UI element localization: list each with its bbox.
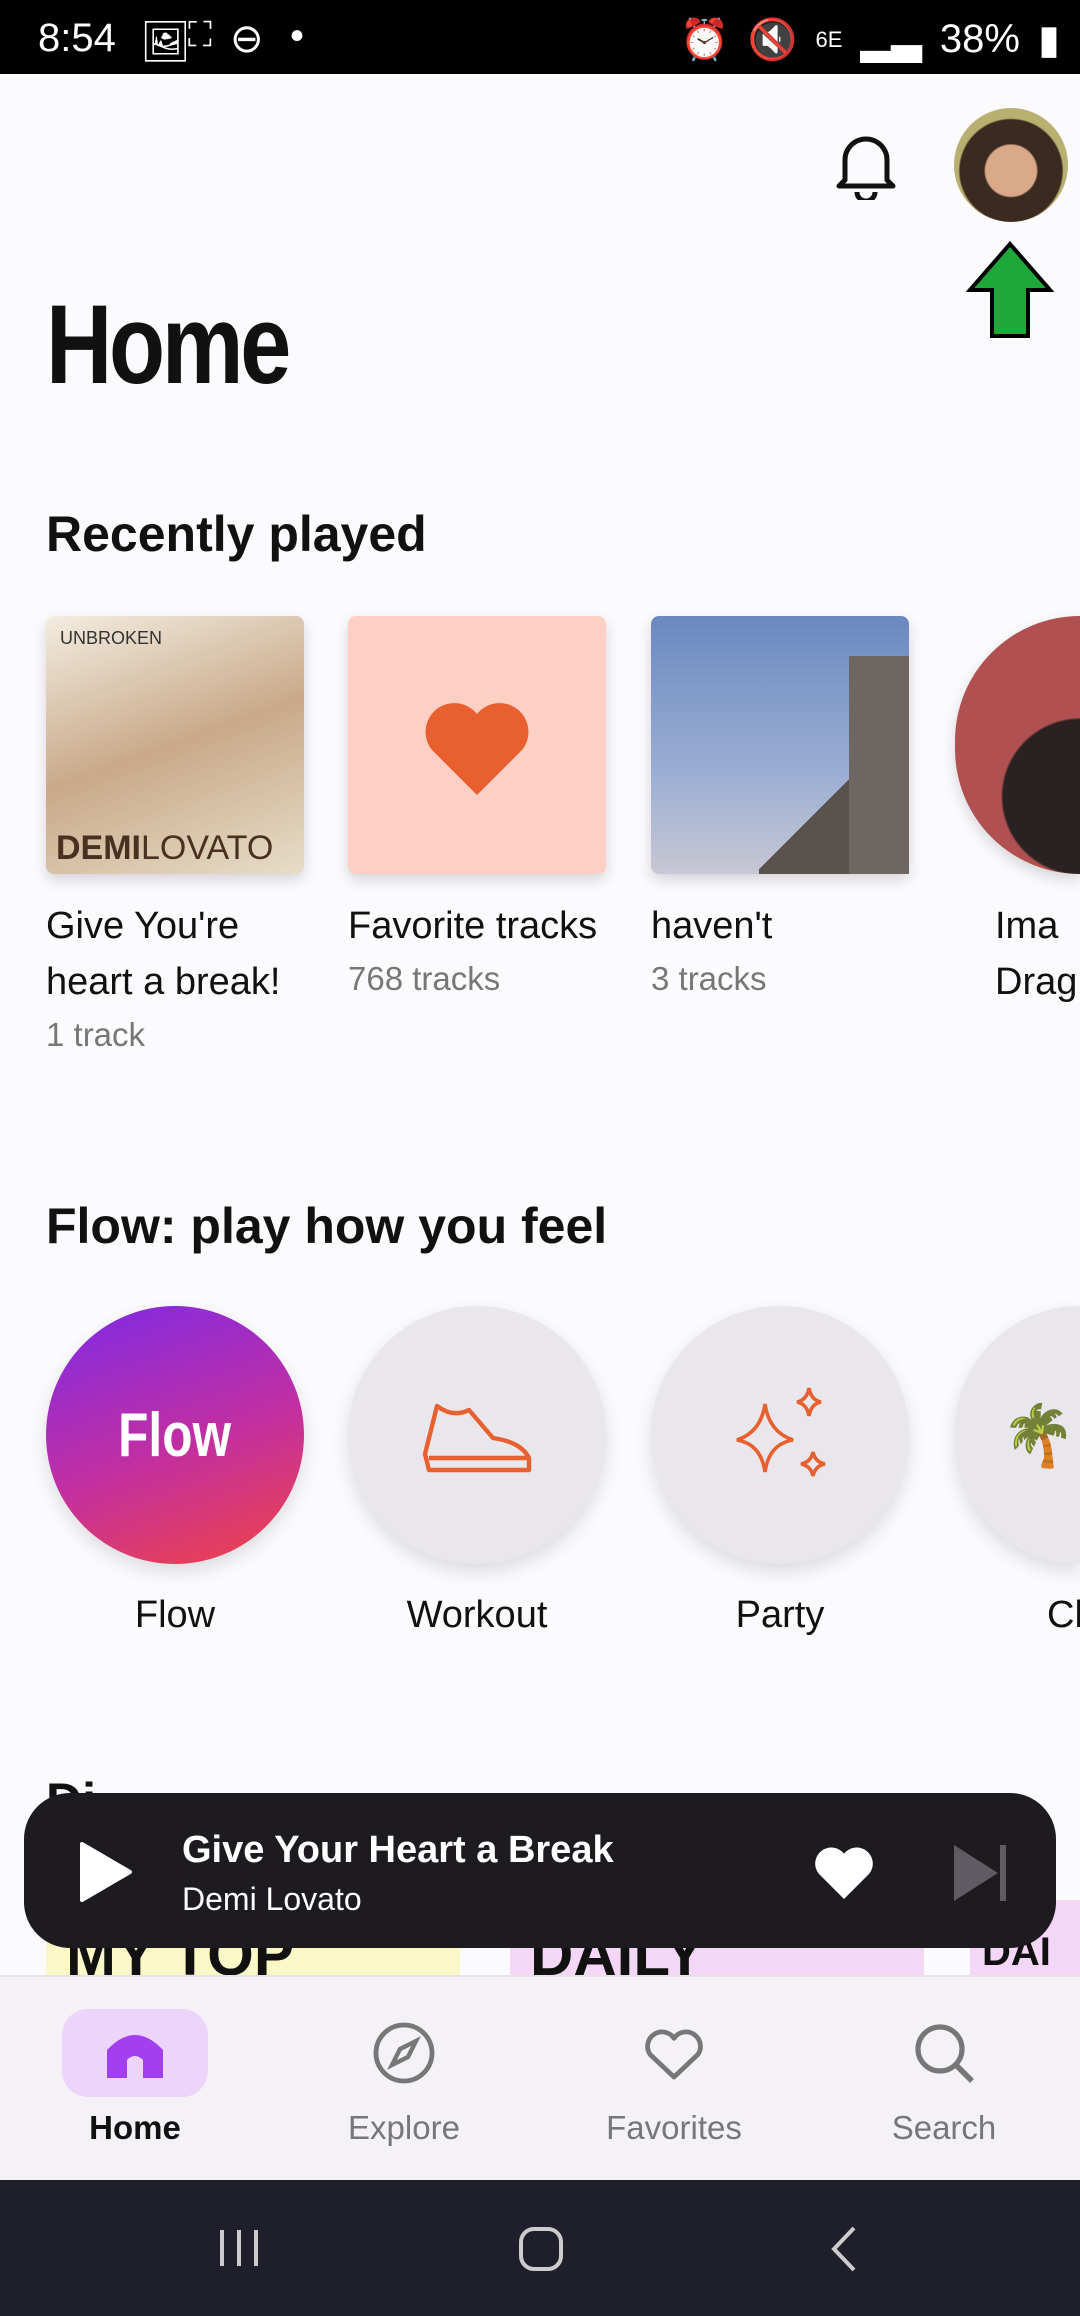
recent-item[interactable]: UNBROKEN DEMILOVATO Give You're heart a b… bbox=[46, 616, 304, 1054]
compass-icon bbox=[373, 2022, 435, 2084]
green-arrow-up-icon bbox=[965, 240, 1055, 345]
palm-icon: 🌴 bbox=[1001, 1401, 1076, 1469]
heart-outline-icon bbox=[645, 2029, 703, 2080]
track-artist: Demi Lovato bbox=[182, 1881, 362, 1917]
sneaker-icon bbox=[422, 1403, 532, 1473]
sparkles-icon bbox=[736, 1387, 826, 1477]
alarm-icon: ⏰ bbox=[679, 18, 730, 62]
heart-icon bbox=[425, 703, 529, 795]
system-navigation-bar bbox=[0, 2180, 1080, 2316]
home-icon bbox=[107, 2035, 163, 2078]
page-title: Home bbox=[46, 282, 291, 407]
recents-icon[interactable] bbox=[216, 2226, 262, 2270]
recent-item[interactable]: Favorite tracks 768 tracks bbox=[348, 616, 606, 998]
home-circle-icon[interactable] bbox=[518, 2226, 564, 2272]
mood-workout[interactable]: Workout bbox=[348, 1306, 606, 1637]
mute-icon: 🔇 bbox=[747, 18, 798, 62]
mood-party[interactable]: Party bbox=[651, 1306, 909, 1637]
heart-filled-icon[interactable] bbox=[812, 1843, 876, 1899]
nav-explore[interactable]: Explore bbox=[304, 2009, 504, 2147]
dnd-icon: ⊖ bbox=[230, 17, 264, 61]
nav-favorites[interactable]: Favorites bbox=[574, 2009, 774, 2147]
section-title-recently-played: Recently played bbox=[46, 506, 427, 562]
recent-item[interactable]: Ima Drag bbox=[955, 616, 1080, 1010]
nav-search[interactable]: Search bbox=[844, 2009, 1044, 2147]
signal-icon: ▂▃ bbox=[860, 17, 922, 62]
battery-icon: ▮ bbox=[1037, 17, 1060, 62]
mood-chill[interactable]: 🌴 Ch bbox=[955, 1306, 1080, 1637]
mood-flow[interactable]: Flow Flow bbox=[46, 1306, 304, 1637]
bottom-navigation: Home Explore Favorites Search bbox=[0, 1975, 1080, 2180]
flow-logo: Flow bbox=[118, 1400, 232, 1470]
screen-record-icon: ⛶ bbox=[188, 16, 212, 54]
recent-item[interactable]: haven't 3 tracks bbox=[651, 616, 909, 998]
back-icon[interactable] bbox=[826, 2224, 860, 2274]
mini-player[interactable]: Give Your Heart a Break Demi Lovato bbox=[24, 1793, 1056, 1948]
gallery-icon: 🖼 bbox=[140, 20, 191, 64]
dot-icon: • bbox=[290, 14, 305, 58]
status-bar: 8:54 🖼 ⛶ ⊖ • ⏰ 🔇 6E ▂▃ 38% ▮ bbox=[0, 0, 1080, 74]
play-icon[interactable] bbox=[78, 1840, 134, 1904]
notifications-bell-icon[interactable] bbox=[833, 130, 899, 205]
wifi-icon: 6E bbox=[815, 26, 843, 52]
clock: 8:54 bbox=[38, 16, 116, 60]
album-art-unbroken: UNBROKEN DEMILOVATO bbox=[46, 616, 304, 874]
favorite-tracks-art bbox=[348, 616, 606, 874]
artist-image bbox=[955, 616, 1080, 874]
skip-next-icon[interactable] bbox=[950, 1841, 1010, 1905]
search-icon bbox=[915, 2024, 974, 2083]
battery-text: 38% bbox=[939, 17, 1020, 61]
section-title-flow: Flow: play how you feel bbox=[46, 1198, 608, 1254]
avatar[interactable] bbox=[954, 108, 1068, 222]
nav-home[interactable]: Home bbox=[35, 2009, 235, 2147]
album-art-havent bbox=[651, 616, 909, 874]
track-title: Give Your Heart a Break bbox=[182, 1829, 614, 1871]
